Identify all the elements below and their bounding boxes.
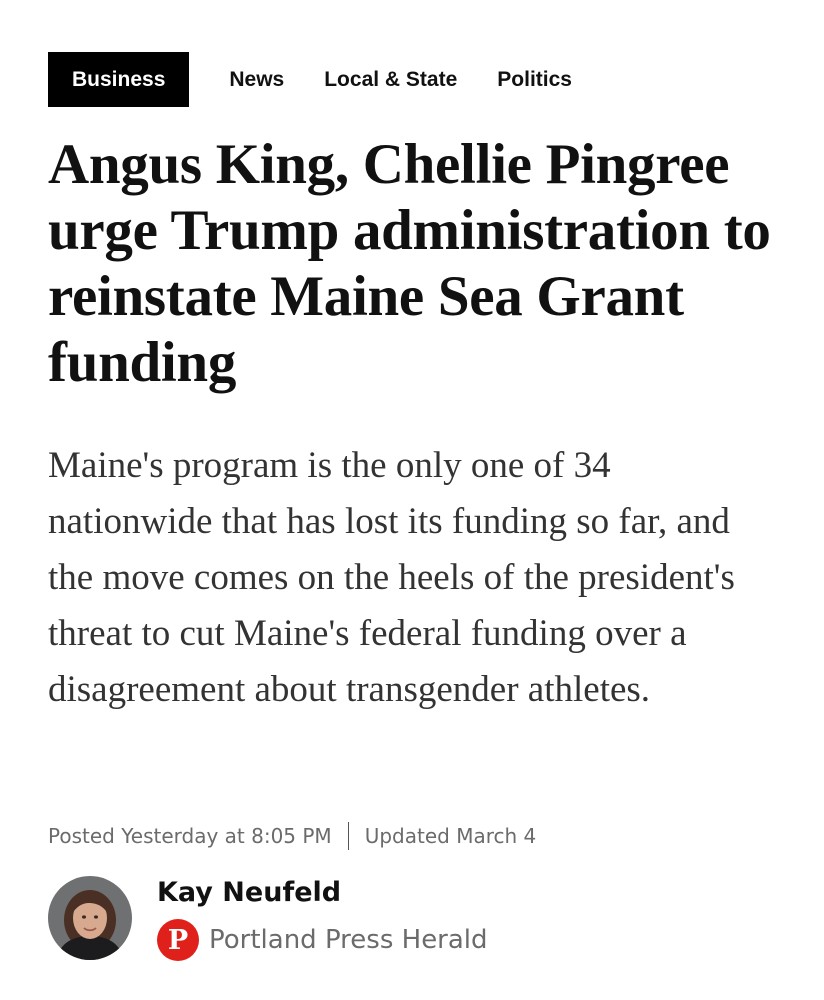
tab-business[interactable]: Business bbox=[48, 52, 190, 107]
article-headline: Angus King, Chellie Pingree urge Trump a… bbox=[48, 133, 771, 394]
author-avatar[interactable] bbox=[48, 876, 132, 960]
publication-row: P Portland Press Herald bbox=[157, 919, 488, 961]
byline: Kay Neufeld P Portland Press Herald bbox=[48, 875, 488, 961]
author-name-link[interactable]: Kay Neufeld bbox=[157, 875, 488, 911]
updated-time: Updated March 4 bbox=[364, 824, 537, 848]
meta-divider bbox=[347, 822, 349, 850]
section-nav: Business News Local & State Politics bbox=[48, 52, 612, 107]
tab-local-state[interactable]: Local & State bbox=[324, 68, 457, 92]
tab-politics[interactable]: Politics bbox=[497, 68, 572, 92]
article-timestamps: Posted Yesterday at 8:05 PM Updated Marc… bbox=[48, 820, 536, 852]
author-photo-icon bbox=[48, 876, 132, 960]
publication-name-link[interactable]: Portland Press Herald bbox=[209, 925, 488, 955]
publication-logo-icon: P bbox=[157, 919, 199, 961]
author-info: Kay Neufeld P Portland Press Herald bbox=[157, 875, 488, 961]
article-dek: Maine's program is the only one of 34 na… bbox=[48, 445, 735, 710]
tab-news[interactable]: News bbox=[229, 68, 284, 92]
posted-time: Posted Yesterday at 8:05 PM bbox=[48, 824, 332, 848]
